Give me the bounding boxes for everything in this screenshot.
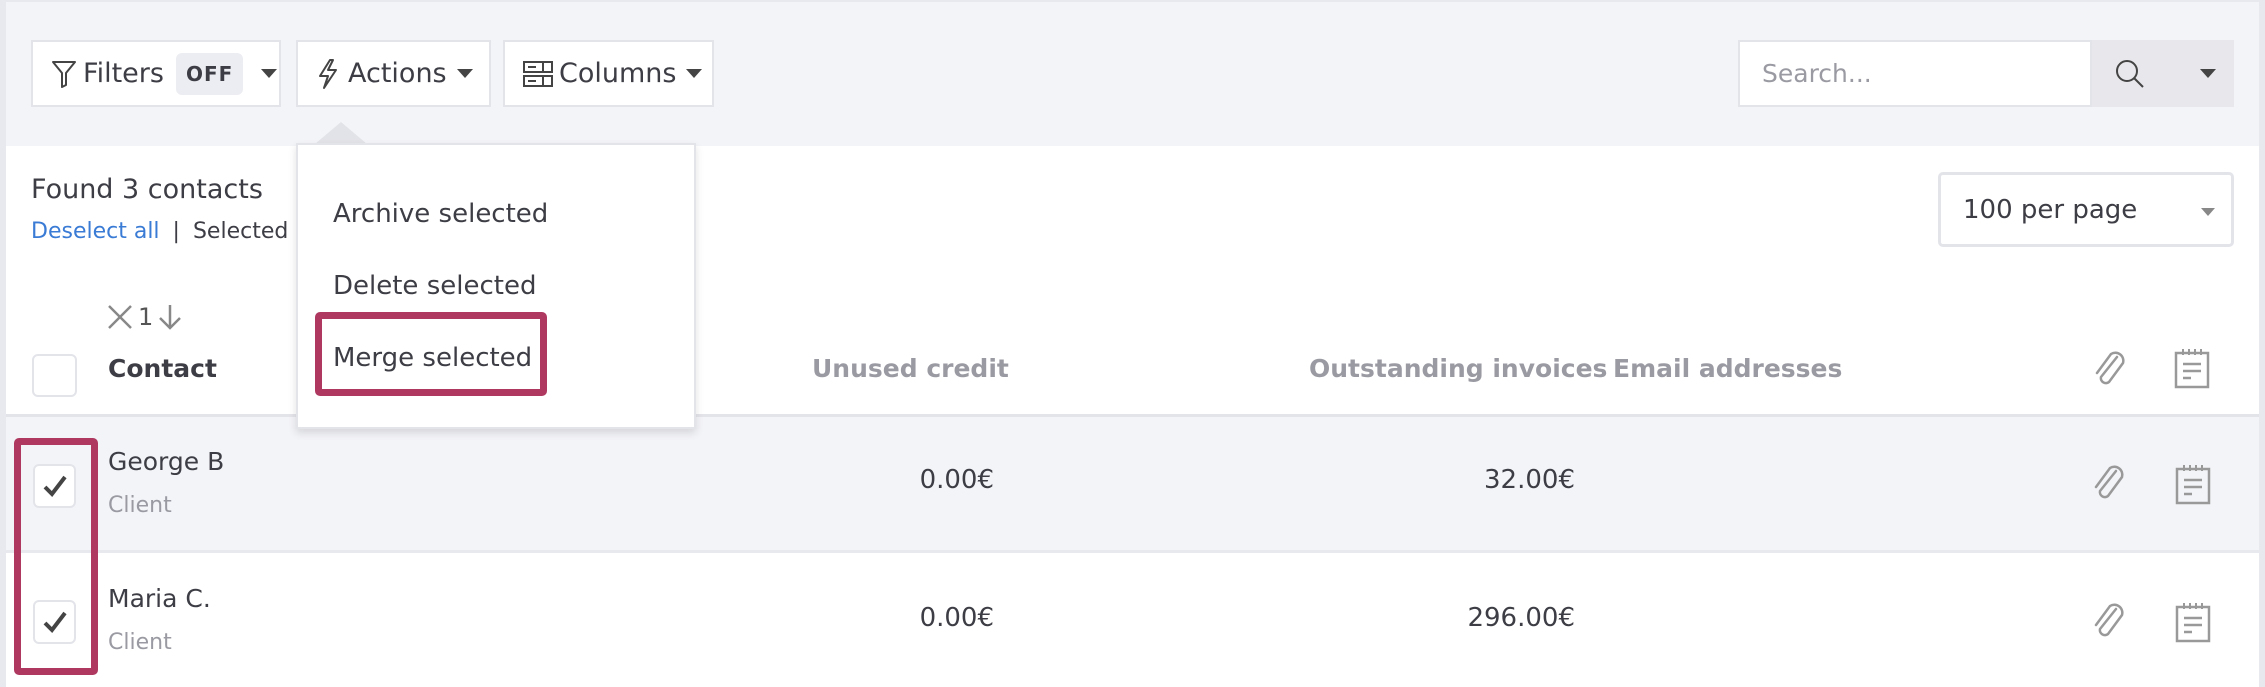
menu-pointer: [315, 122, 367, 144]
clear-sort-icon[interactable]: [106, 303, 134, 331]
notes-icon[interactable]: [2175, 601, 2211, 643]
menu-item-archive-selected[interactable]: Archive selected: [333, 199, 548, 229]
column-header-outstanding-invoices[interactable]: Outstanding invoices: [1309, 354, 1607, 383]
separator: |: [172, 219, 180, 244]
row-checkbox[interactable]: [33, 464, 76, 508]
filters-state-badge: OFF: [175, 52, 244, 95]
contact-type: Client: [108, 630, 172, 655]
actions-dropdown-menu: Archive selected Delete selected Merge s…: [296, 143, 696, 429]
outstanding-invoices-value: 296.00€: [1467, 603, 1575, 633]
checkmark-icon: [43, 475, 67, 498]
filters-button[interactable]: Filters OFF: [31, 40, 281, 107]
checkmark-icon: [43, 611, 67, 634]
arrow-down-icon[interactable]: [157, 303, 183, 331]
row-checkbox[interactable]: [33, 600, 76, 644]
search-icon: [2116, 59, 2144, 88]
search-placeholder: Search...: [1762, 59, 1872, 88]
column-header-contact[interactable]: Contact: [108, 354, 217, 383]
outstanding-invoices-value: 32.00€: [1484, 465, 1575, 495]
actions-label: Actions: [348, 58, 447, 89]
contact-name[interactable]: George B: [108, 447, 224, 476]
results-count: Found 3 contacts: [31, 174, 263, 205]
table-row[interactable]: George B Client 0.00€ 32.00€: [6, 417, 2259, 553]
per-page-select[interactable]: 100 per page: [1938, 172, 2234, 247]
paperclip-icon[interactable]: [2089, 463, 2129, 503]
chevron-down-icon: [2201, 208, 2215, 216]
filter-icon: [52, 60, 76, 88]
contact-name[interactable]: Maria C.: [108, 584, 211, 613]
chevron-down-icon: [686, 69, 703, 78]
paperclip-icon[interactable]: [2089, 601, 2129, 641]
menu-item-merge-selected[interactable]: Merge selected: [333, 343, 532, 373]
actions-button[interactable]: Actions: [296, 40, 491, 107]
unused-credit-value: 0.00€: [919, 603, 994, 633]
selection-links: Deselect all | Selected re: [31, 219, 317, 244]
deselect-all-link[interactable]: Deselect all: [31, 219, 160, 244]
column-header-unused-credit[interactable]: Unused credit: [812, 354, 1009, 383]
paperclip-header-icon: [2095, 351, 2125, 385]
search-options-chevron-icon[interactable]: [2200, 69, 2216, 78]
column-header-email-addresses[interactable]: Email addresses: [1613, 354, 1842, 383]
menu-item-delete-selected[interactable]: Delete selected: [333, 271, 536, 301]
per-page-value: 100 per page: [1963, 194, 2138, 225]
chevron-down-icon: [456, 69, 473, 78]
notes-icon[interactable]: [2175, 463, 2211, 505]
lightning-icon: [319, 58, 337, 89]
select-all-checkbox[interactable]: [32, 354, 77, 397]
columns-label: Columns: [559, 58, 677, 89]
search-input[interactable]: Search...: [1738, 40, 2092, 107]
unused-credit-value: 0.00€: [919, 465, 994, 495]
sort-count: 1: [138, 303, 154, 331]
chevron-down-icon: [261, 69, 278, 78]
table-row[interactable]: Maria C. Client 0.00€ 296.00€: [6, 556, 2259, 687]
columns-button[interactable]: Columns: [503, 40, 714, 107]
filters-label: Filters: [83, 58, 164, 89]
search-button[interactable]: [2092, 40, 2234, 107]
sort-indicator: 1: [106, 303, 183, 331]
columns-icon: [523, 60, 553, 87]
contact-type: Client: [108, 493, 172, 518]
notes-header-icon: [2174, 349, 2210, 389]
